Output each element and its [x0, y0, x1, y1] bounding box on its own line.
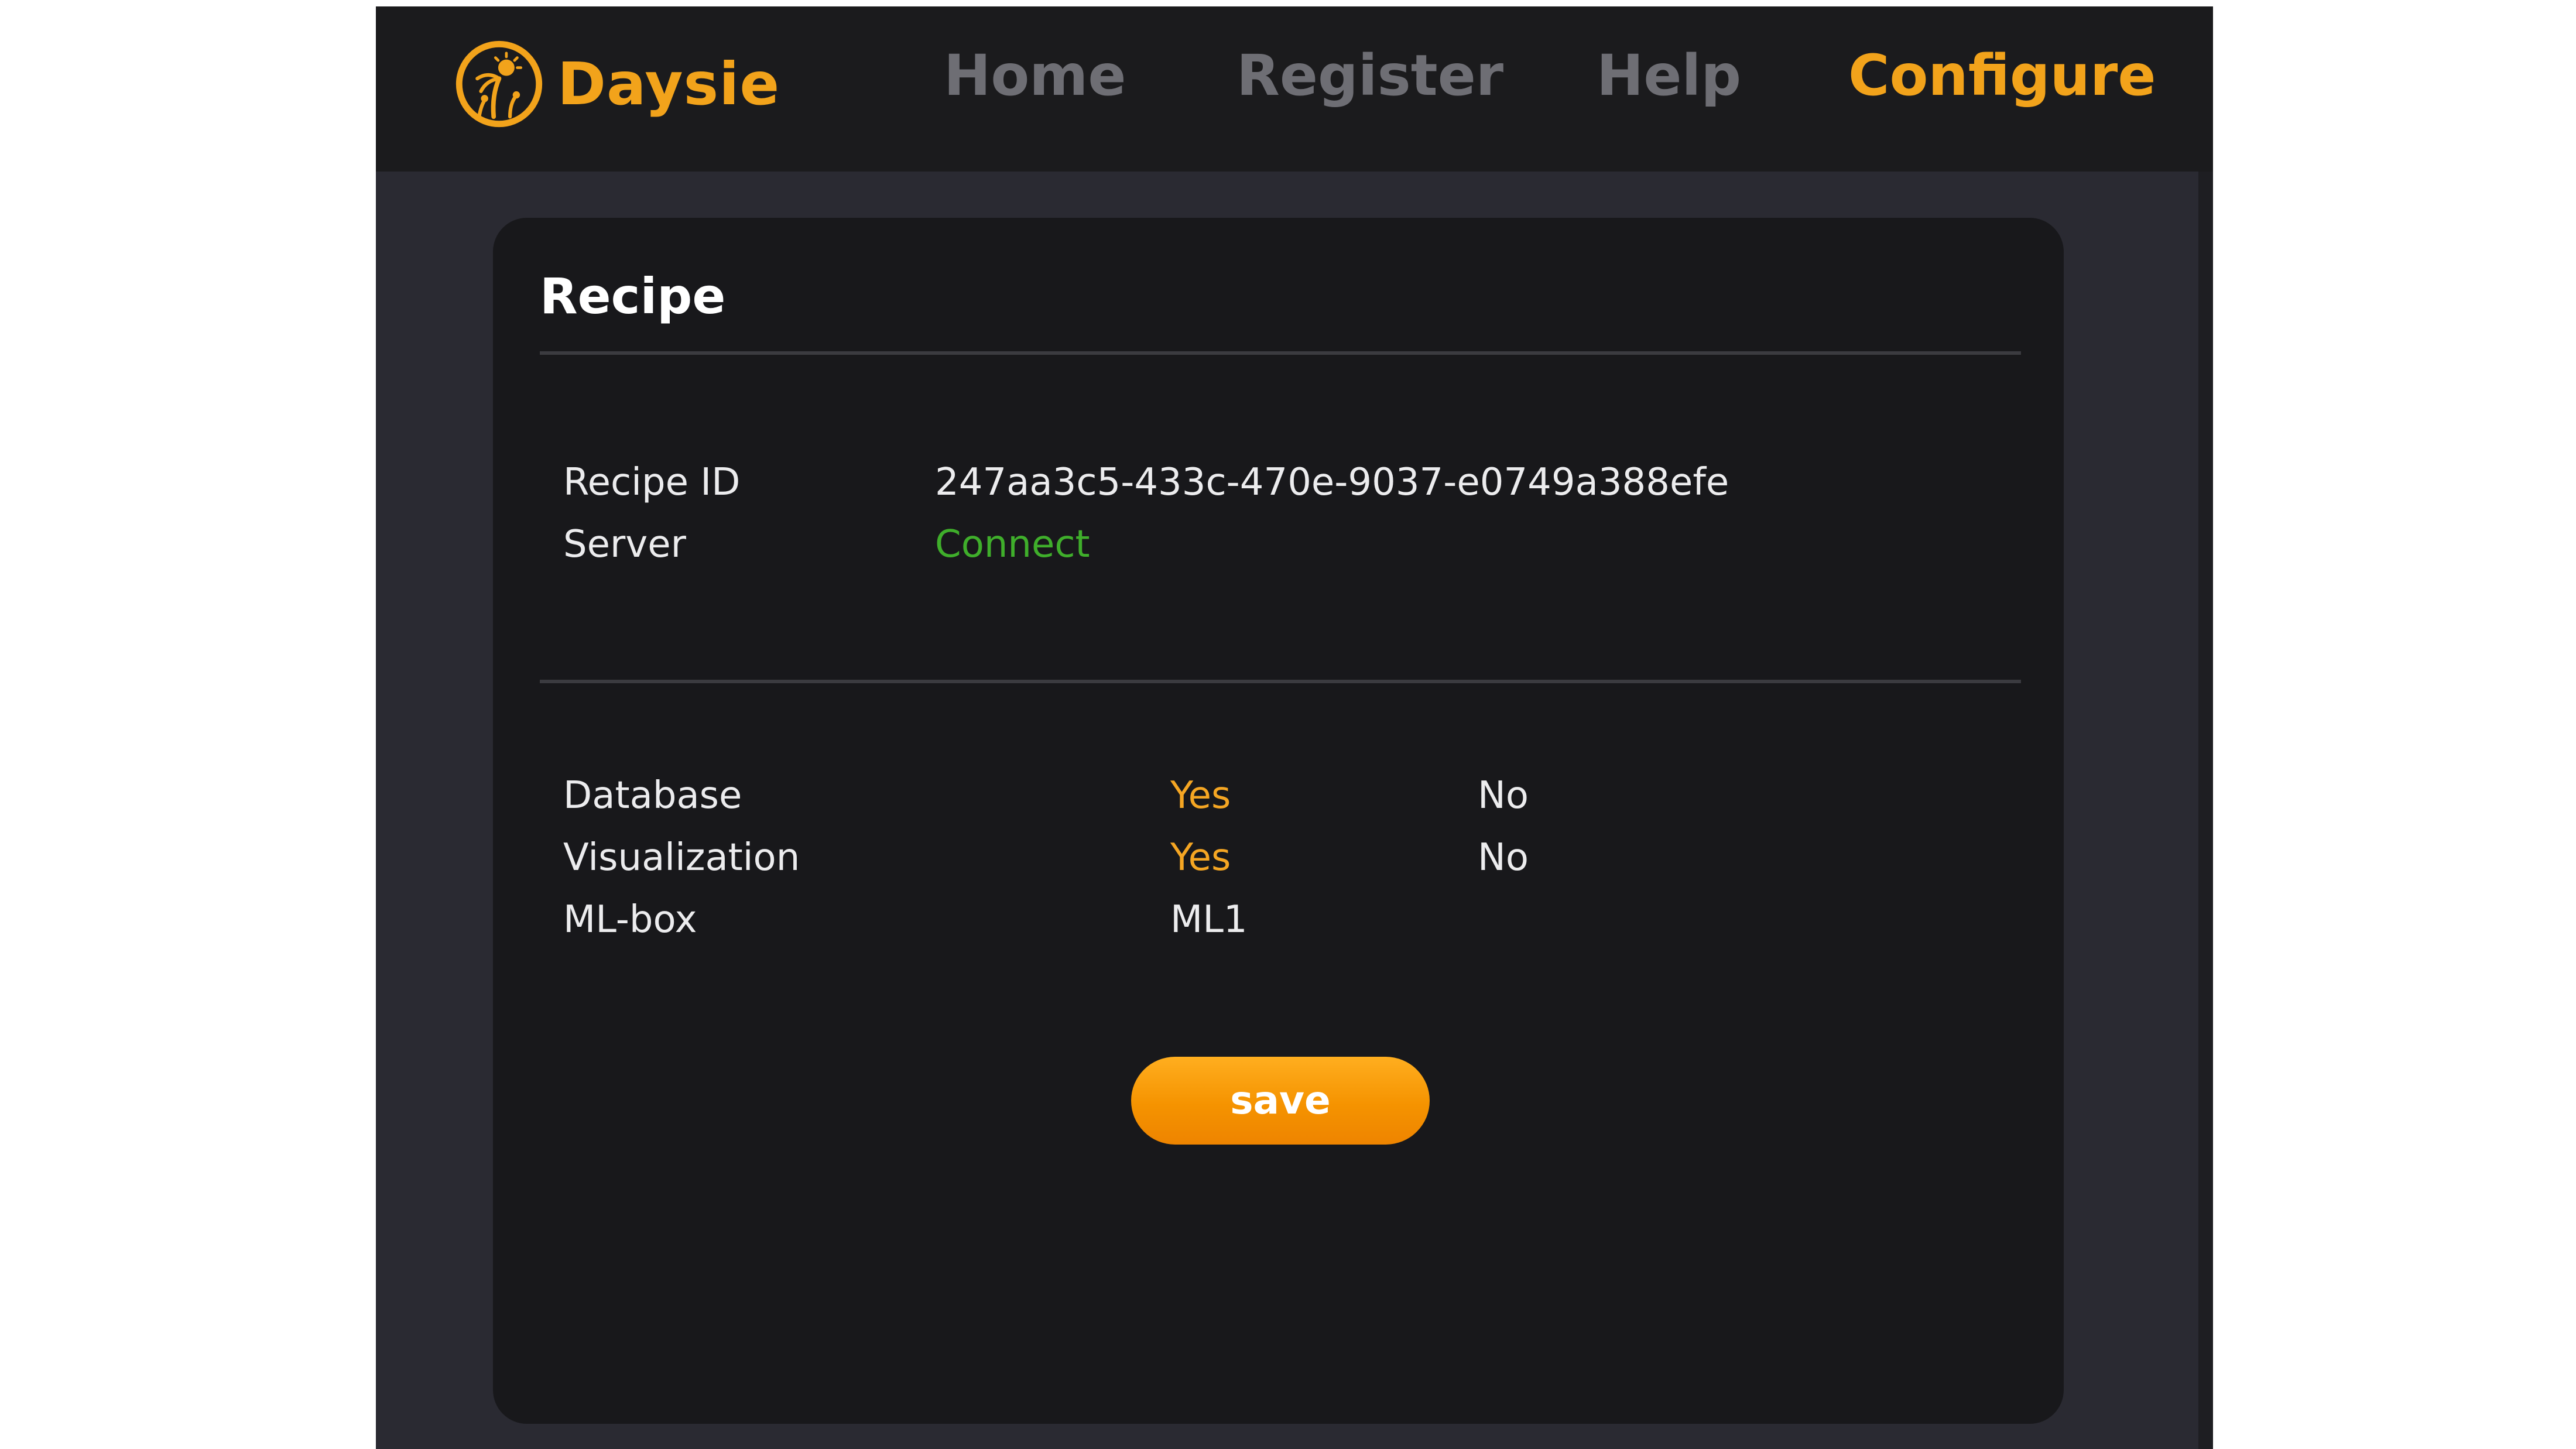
database-label: Database — [563, 774, 742, 817]
nav-help[interactable]: Help — [1597, 47, 1741, 104]
divider — [540, 351, 2021, 355]
palm-tree-sun-icon — [455, 40, 543, 128]
save-button[interactable]: save — [1131, 1057, 1430, 1145]
scrollbar-track[interactable] — [2198, 172, 2213, 1449]
visualization-label: Visualization — [563, 836, 800, 879]
divider — [540, 680, 2021, 683]
visualization-no-option[interactable]: No — [1478, 839, 1529, 876]
logo[interactable]: Daysie — [454, 39, 780, 129]
database-no-option[interactable]: No — [1478, 777, 1529, 814]
app-window: Daysie Home Register Help Configure Reci… — [376, 6, 2213, 1449]
server-label: Server — [563, 523, 686, 566]
database-yes-option[interactable]: Yes — [1170, 777, 1231, 814]
ml-box-label: ML-box — [563, 898, 697, 941]
ml-box-value[interactable]: ML1 — [1170, 901, 1248, 938]
nav-configure[interactable]: Configure — [1848, 47, 2156, 104]
visualization-yes-option[interactable]: Yes — [1170, 839, 1231, 876]
recipe-id-value: 247aa3c5-433c-470e-9037-e0749a388efe — [935, 461, 1729, 504]
recipe-card: Recipe Recipe ID 247aa3c5-433c-470e-9037… — [493, 218, 2064, 1424]
card-title: Recipe — [540, 268, 726, 325]
recipe-id-label: Recipe ID — [563, 461, 741, 504]
server-connect-link[interactable]: Connect — [935, 526, 1090, 563]
nav-register[interactable]: Register — [1236, 47, 1503, 104]
nav-home[interactable]: Home — [944, 47, 1126, 104]
app-name: Daysie — [557, 50, 780, 118]
top-navbar: Daysie Home Register Help Configure — [376, 6, 2213, 172]
